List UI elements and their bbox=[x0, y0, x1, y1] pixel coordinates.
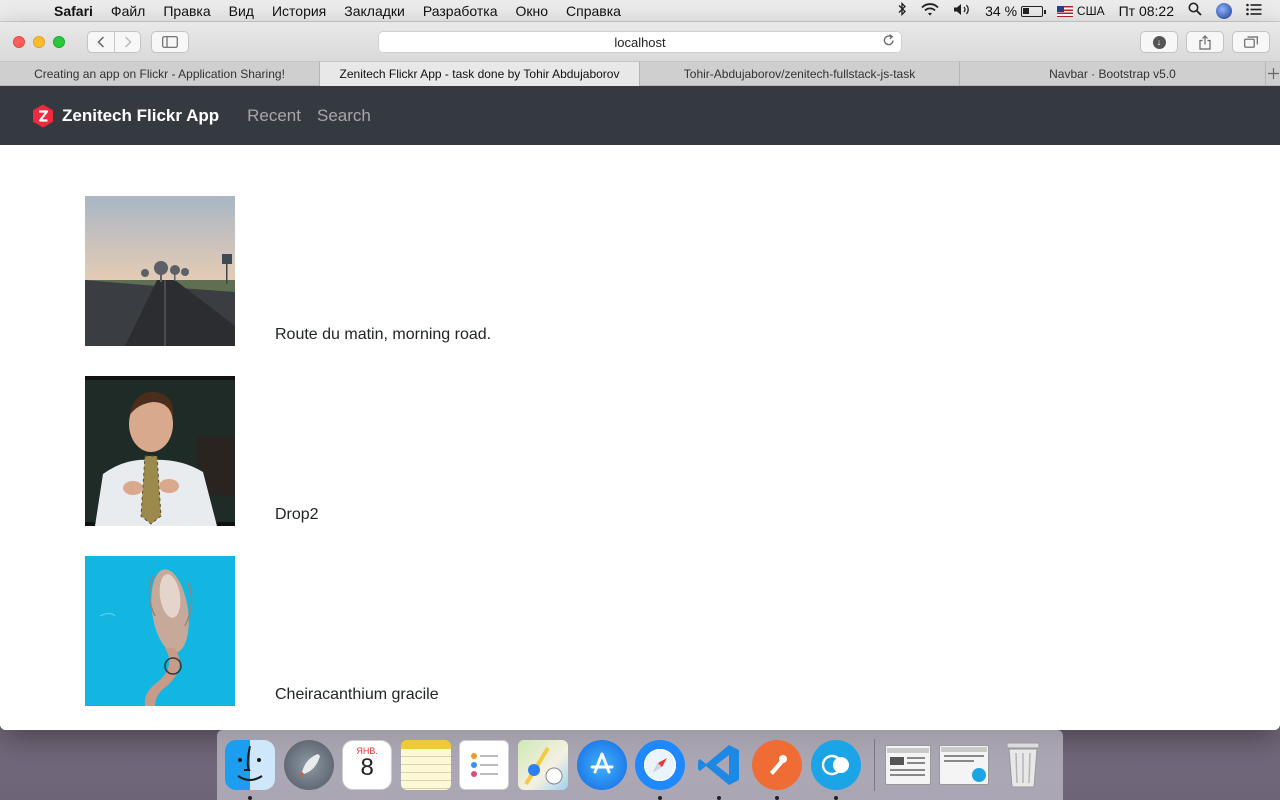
tab-zenitech-flickr-app[interactable]: Zenitech Flickr App - task done by Tohir… bbox=[320, 62, 640, 86]
browser-toolbar: localhost ↓ bbox=[0, 22, 1280, 62]
wifi-icon[interactable] bbox=[921, 2, 939, 19]
volume-icon[interactable] bbox=[953, 3, 971, 19]
tab-bar: Creating an app on Flickr - Application … bbox=[0, 62, 1280, 86]
photo-thumbnail-drop2[interactable] bbox=[85, 376, 235, 526]
maps-icon[interactable] bbox=[517, 740, 568, 790]
tabs-overview-icon bbox=[1244, 36, 1258, 48]
vscode-icon[interactable] bbox=[694, 740, 744, 800]
menu-file[interactable]: Файл bbox=[111, 3, 145, 19]
battery-percent: 34 % bbox=[985, 2, 1018, 19]
photo-title: Cheiracanthium gracile bbox=[275, 686, 439, 703]
brand-link[interactable]: Zenitech Flickr App bbox=[32, 104, 219, 128]
address-bar[interactable]: localhost bbox=[378, 31, 902, 53]
screenshot-window-icon[interactable] bbox=[939, 745, 990, 785]
photo-item: Cheiracanthium gracile bbox=[85, 556, 685, 706]
photo-title: Route du matin, morning road. bbox=[275, 326, 492, 343]
running-indicator bbox=[658, 796, 663, 800]
share-icon bbox=[1199, 34, 1211, 50]
preview-window-icon[interactable] bbox=[884, 745, 931, 785]
bubble-app-icon[interactable] bbox=[810, 740, 861, 800]
running-indicator bbox=[833, 796, 838, 800]
photo-thumbnail-morning-road[interactable] bbox=[85, 196, 235, 346]
reload-icon[interactable] bbox=[883, 34, 895, 50]
brand-logo-icon bbox=[33, 104, 53, 127]
tab-title: Zenitech Flickr App - task done by Tohir… bbox=[339, 67, 620, 81]
share-button[interactable] bbox=[1186, 31, 1224, 53]
minimize-window-button[interactable] bbox=[33, 35, 45, 48]
tab-github-repo[interactable]: Tohir-Abdujaborov/zenitech-fullstack-js-… bbox=[640, 62, 960, 86]
menu-bookmarks[interactable]: Закладки bbox=[344, 3, 405, 19]
battery-status[interactable]: 34 % bbox=[985, 2, 1046, 19]
spotlight-search-icon[interactable] bbox=[1188, 2, 1202, 19]
postman-icon[interactable] bbox=[752, 740, 803, 800]
bluetooth-icon[interactable] bbox=[897, 1, 907, 19]
menu-help[interactable]: Справка bbox=[566, 3, 621, 19]
battery-icon bbox=[1020, 6, 1046, 18]
siri-icon[interactable] bbox=[1216, 2, 1232, 19]
reminders-icon[interactable] bbox=[459, 740, 510, 790]
web-page: Zenitech Flickr App Recent Search Route … bbox=[0, 86, 1280, 730]
tab-title: Navbar · Bootstrap v5.0 bbox=[1049, 67, 1176, 81]
new-tab-button[interactable] bbox=[1266, 62, 1280, 85]
finder-icon[interactable] bbox=[225, 740, 275, 800]
safari-icon[interactable] bbox=[635, 740, 686, 800]
menu-develop[interactable]: Разработка bbox=[423, 3, 498, 19]
input-source-label: США bbox=[1076, 3, 1105, 18]
show-all-tabs-button[interactable] bbox=[1232, 31, 1270, 53]
tab-bootstrap-navbar[interactable]: Navbar · Bootstrap v5.0 bbox=[960, 62, 1266, 86]
forward-button[interactable] bbox=[114, 31, 140, 52]
dock-separator bbox=[873, 739, 875, 791]
address-bar-url: localhost bbox=[614, 34, 666, 50]
photo-thumbnail-cheiracanthium[interactable] bbox=[85, 556, 235, 706]
fullscreen-window-button[interactable] bbox=[53, 35, 65, 48]
photo-item: Drop2 bbox=[85, 376, 685, 526]
tab-flickr-app-sharing[interactable]: Creating an app on Flickr - Application … bbox=[0, 62, 320, 86]
tab-title: Tohir-Abdujaborov/zenitech-fullstack-js-… bbox=[683, 67, 916, 81]
tab-title: Creating an app on Flickr - Application … bbox=[34, 67, 285, 81]
app-store-icon[interactable] bbox=[576, 740, 627, 790]
plus-icon bbox=[1267, 68, 1279, 79]
sidebar-icon bbox=[162, 35, 178, 48]
calendar-day: 8 bbox=[360, 754, 374, 781]
brand-name: Zenitech Flickr App bbox=[62, 105, 220, 125]
us-flag-icon bbox=[1056, 5, 1073, 17]
downloads-button[interactable]: ↓ bbox=[1140, 31, 1178, 53]
safari-window: localhost ↓ Creating an app on Flickr - … bbox=[0, 22, 1280, 730]
system-menubar: Safari Файл Правка Вид История Закладки … bbox=[0, 0, 1280, 22]
notes-icon[interactable] bbox=[400, 740, 451, 790]
running-indicator bbox=[775, 796, 780, 800]
menu-edit[interactable]: Правка bbox=[163, 3, 210, 19]
nav-link-recent[interactable]: Recent bbox=[247, 106, 301, 126]
nav-link-search[interactable]: Search bbox=[317, 106, 371, 126]
download-icon: ↓ bbox=[1152, 35, 1166, 49]
input-source[interactable]: США bbox=[1056, 3, 1105, 18]
photo-title: Drop2 bbox=[275, 506, 319, 523]
chevron-right-icon bbox=[124, 35, 132, 48]
macos-dock: ЯНВ. 8 bbox=[217, 730, 1063, 800]
window-controls bbox=[13, 35, 65, 48]
running-indicator bbox=[248, 796, 252, 800]
close-window-button[interactable] bbox=[13, 35, 25, 48]
sidebar-toggle-button[interactable] bbox=[151, 30, 189, 53]
history-nav bbox=[87, 30, 141, 53]
toolbar-right-buttons: ↓ bbox=[1140, 31, 1270, 53]
launchpad-icon[interactable] bbox=[283, 740, 334, 790]
running-indicator bbox=[716, 796, 721, 800]
chevron-left-icon bbox=[97, 35, 105, 48]
app-navbar: Zenitech Flickr App Recent Search bbox=[0, 86, 1280, 145]
menu-history[interactable]: История bbox=[272, 3, 326, 19]
trash-icon[interactable] bbox=[998, 740, 1048, 790]
menu-app-name[interactable]: Safari bbox=[54, 3, 93, 19]
calendar-icon[interactable]: ЯНВ. 8 bbox=[342, 740, 393, 790]
menu-window[interactable]: Окно bbox=[515, 3, 548, 19]
back-button[interactable] bbox=[88, 32, 114, 52]
menu-view[interactable]: Вид bbox=[229, 3, 254, 19]
notification-center-icon[interactable] bbox=[1246, 3, 1262, 19]
clock[interactable]: Пт 08:22 bbox=[1119, 3, 1174, 19]
photo-item: Route du matin, morning road. bbox=[85, 196, 685, 346]
